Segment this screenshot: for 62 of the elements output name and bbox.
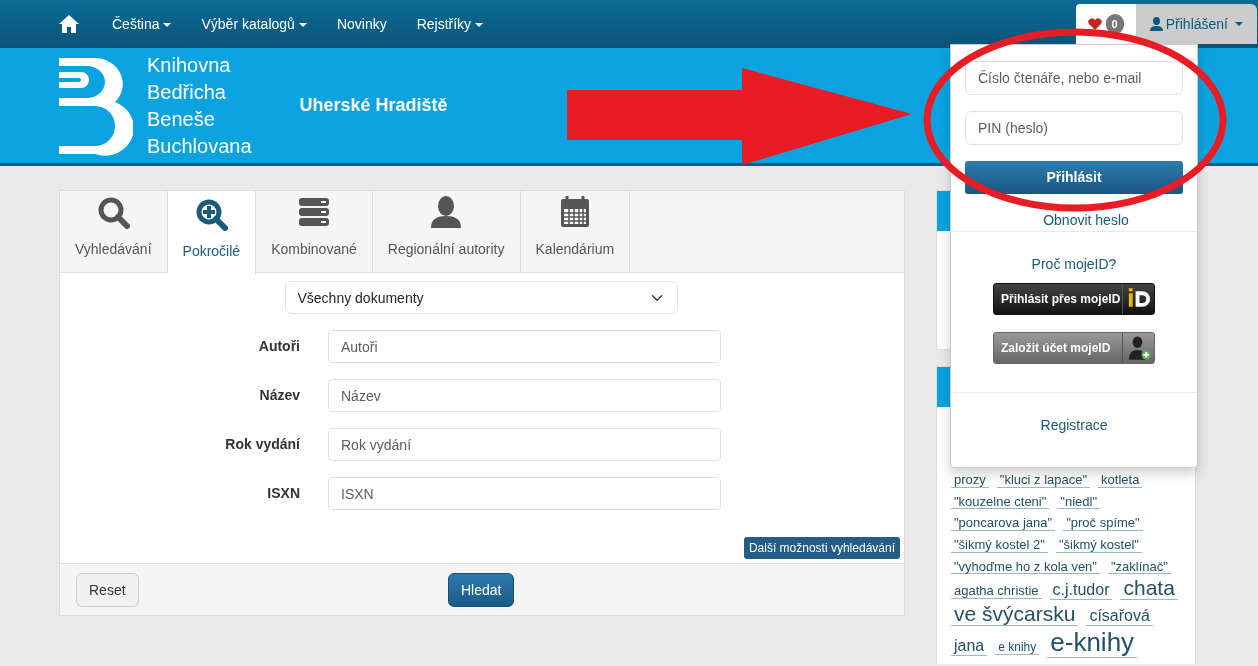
why-mojeid-link[interactable]: Proč mojeID? (1031, 254, 1117, 275)
tab[interactable]: Vyhledávání (60, 191, 168, 272)
login-submit-button[interactable]: Přihlásit (965, 161, 1183, 194)
pin-field[interactable]: PIN (heslo) (965, 111, 1183, 145)
user-icon (1149, 17, 1163, 31)
login-button[interactable]: Přihlášení (1135, 4, 1257, 44)
tag-link[interactable]: prozy (951, 473, 989, 488)
tab[interactable]: Kalendárium (520, 191, 631, 272)
tag-link[interactable]: "šikmý kostel" (1055, 537, 1142, 553)
tag-link[interactable]: "proč spíme" (1063, 516, 1143, 531)
nav-menu-item[interactable]: Rejstříky (401, 0, 499, 48)
server-icon (296, 195, 331, 229)
tag-link[interactable]: "vyhoďme ho z kola ven" (951, 559, 1100, 575)
tag-link[interactable]: e knihy (995, 641, 1040, 655)
tag-link[interactable]: "poncarova jana" (951, 516, 1056, 531)
input-field[interactable]: Autoři (328, 330, 721, 363)
nav-menu-item[interactable]: Novinky (321, 0, 402, 48)
tag-link[interactable]: "šikmý kostel 2" (951, 537, 1048, 553)
tag-link[interactable]: "niedl" (1057, 494, 1101, 510)
mojeid-create-button[interactable]: Založit účet mojeID (993, 332, 1155, 364)
reset-password-link[interactable]: Obnovit heslo (1043, 210, 1129, 231)
tab[interactable]: Kombinované (256, 191, 373, 272)
field-label: ISXN (266, 484, 301, 503)
tag-link[interactable]: kotleta (1098, 473, 1143, 488)
tag-link[interactable]: jana (951, 638, 988, 657)
heart-icon (1087, 18, 1102, 30)
tag-link[interactable]: ve švýcarsku (951, 603, 1079, 627)
add-user-icon (1122, 333, 1154, 363)
tag-link[interactable]: c.j.tudor (1049, 582, 1113, 600)
tag-link[interactable]: "kluci z lapace" (996, 473, 1091, 488)
field-label: Autoři (257, 337, 301, 356)
tag-link[interactable]: císařová (1086, 608, 1153, 627)
reset-button[interactable]: Reset (76, 572, 139, 607)
input-field[interactable]: Název (328, 379, 721, 412)
tab[interactable]: Pokročilé (167, 191, 257, 274)
more-options-button[interactable]: Další možnosti vyhledávání (743, 537, 900, 559)
field-label: Název (258, 386, 301, 405)
mojeid-login-button[interactable]: Přihlásit přes mojeID (993, 283, 1155, 315)
tag-link[interactable]: e-knihy (1047, 629, 1138, 658)
reader-number-field[interactable]: Číslo čtenáře, nebo e-mail (965, 61, 1183, 95)
logo-text: Buchlovana (147, 133, 252, 159)
tag-link[interactable]: agatha christie (951, 584, 1042, 599)
field-label: Rok vydání (224, 435, 301, 454)
logo-text: Beneše (147, 106, 216, 132)
logo-text: Knihovna (147, 52, 232, 78)
document-type-select[interactable]: Všechny dokumenty (284, 281, 678, 314)
input-field[interactable]: ISXN (328, 477, 721, 510)
register-link[interactable]: Registrace (1040, 415, 1108, 436)
person-icon (429, 195, 464, 229)
tag-link[interactable]: chata (1120, 577, 1178, 601)
tag-link[interactable]: "kouzelne cteni" (951, 494, 1050, 510)
tag-link[interactable]: "zaklínač" (1107, 559, 1171, 575)
input-field[interactable]: Rok vydání (328, 428, 721, 461)
search-button[interactable]: Hledat (448, 572, 515, 607)
tab[interactable]: Regionální autority (372, 191, 521, 272)
city-title: Uherské Hradiště (299, 94, 448, 117)
zoom-in-icon (194, 197, 229, 231)
logo-text: Bedřicha (147, 79, 227, 105)
nav-menu-item[interactable]: Výběr katalogů (186, 0, 322, 48)
search-icon (96, 195, 131, 229)
logo-icon (59, 55, 133, 156)
nav-menu-item[interactable]: Čeština (97, 0, 187, 48)
